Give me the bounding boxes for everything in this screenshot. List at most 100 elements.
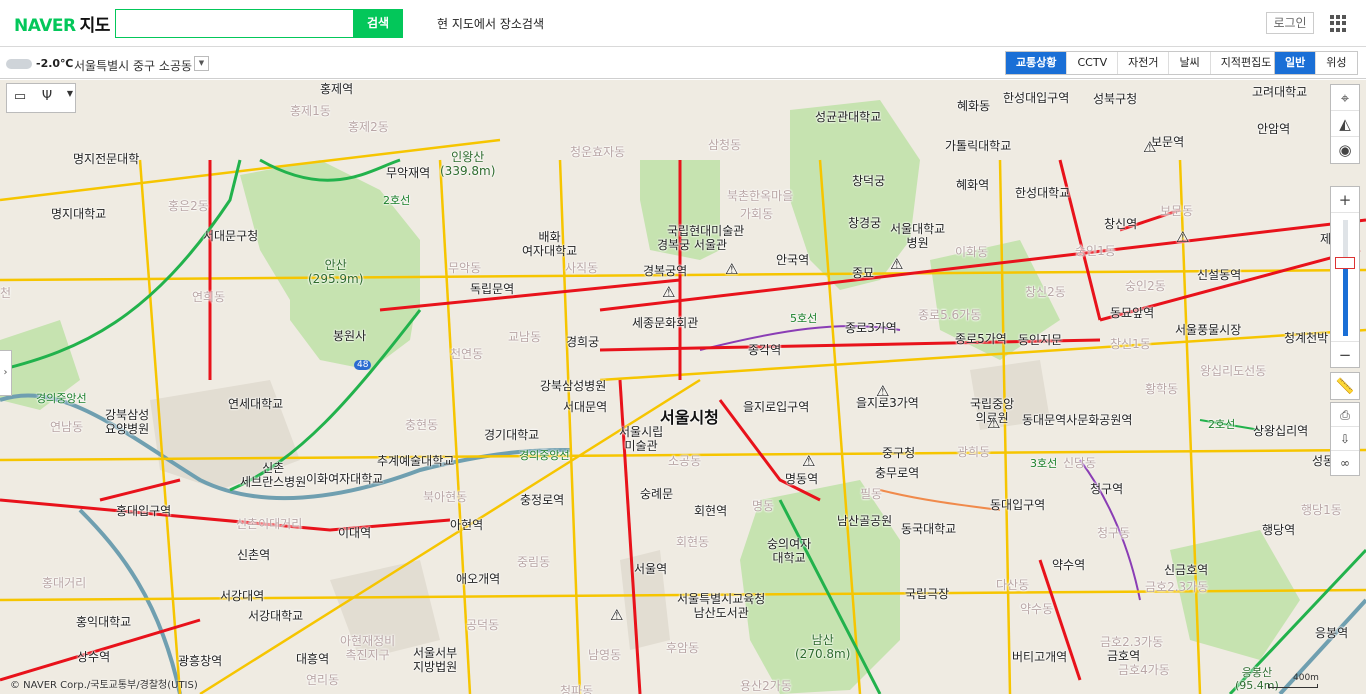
tab-cadastral[interactable]: 지적편집도 [1210, 52, 1282, 74]
map-label[interactable]: 숭례문 [640, 485, 673, 502]
apps-grid-icon[interactable] [1330, 15, 1347, 32]
map-label[interactable]: 동대입구역 [990, 496, 1045, 513]
map-label[interactable]: 을지로입구역 [743, 398, 809, 415]
login-button[interactable]: 로그인 [1266, 12, 1314, 34]
current-location-icon[interactable]: ⌖ [1331, 85, 1359, 111]
map-label[interactable]: 숭의여자 대학교 [767, 537, 811, 565]
chevron-down-icon[interactable]: ▼ [60, 89, 80, 109]
map-label[interactable]: 이화여자대학교 [306, 470, 383, 487]
construction-icon[interactable]: ⚠ [1143, 138, 1156, 156]
map-label[interactable]: 행당역 [1262, 521, 1295, 538]
map-label[interactable]: 홍제역 [320, 80, 353, 97]
map-label[interactable]: 혜화동 [957, 97, 990, 114]
map-label[interactable]: 신설동역 [1197, 266, 1241, 283]
map-label[interactable]: 서울특별시교육청 남산도서관 [677, 592, 765, 620]
map-label[interactable]: 배화 여자대학교 [522, 230, 577, 258]
map-label[interactable]: 신촌역 [237, 546, 270, 563]
construction-icon[interactable]: ⚠ [890, 255, 903, 273]
tab-traffic[interactable]: 교통상황 [1006, 52, 1068, 74]
map-label[interactable]: 무악재역 [386, 164, 430, 181]
map-label[interactable]: 경복궁 서울관 [657, 236, 727, 253]
map-label[interactable]: 서울시립 미술관 [619, 425, 663, 453]
map-label[interactable]: 경기대학교 [484, 426, 539, 443]
map-canvas[interactable]: 홍제역 홍제1동 홍제2동 무악재역 인왕산 (339.8m) 청운효자동 삼청… [0, 80, 1366, 694]
map-label[interactable]: 국립극장 [905, 585, 949, 602]
map-label[interactable]: 애오개역 [456, 570, 500, 587]
mountain-label[interactable]: 남산 (270.8m) [795, 633, 850, 661]
map-label[interactable]: 경희궁 [566, 333, 599, 350]
map-label[interactable]: 강북삼성병원 [540, 377, 606, 394]
map-label[interactable]: 창경궁 [848, 214, 881, 231]
map-label[interactable]: 신촌 세브란스병원 [240, 461, 306, 489]
map-label[interactable]: 창덕궁 [852, 172, 885, 189]
map-label[interactable]: 동대문역사문화공원역 [1022, 411, 1132, 428]
map-label[interactable]: 서울역 [634, 560, 667, 577]
map-label[interactable]: 성북구청 [1093, 90, 1137, 107]
map-label[interactable]: 서울서부 지방법원 [413, 646, 457, 674]
map-label[interactable]: 종각역 [748, 341, 781, 358]
map-label[interactable]: 홍익대학교 [76, 613, 131, 630]
map-label[interactable]: 가톨릭대학교 [945, 137, 1011, 154]
map-label[interactable]: 명지전문대학 [73, 150, 139, 167]
construction-icon[interactable]: ⚠ [987, 414, 1000, 432]
search-button[interactable]: 검색 [353, 9, 403, 38]
map-label[interactable]: 동국대학교 [901, 520, 956, 537]
map-label[interactable]: 상왕십리역 [1253, 422, 1308, 439]
map-label[interactable]: 동묘앞역 [1110, 304, 1154, 321]
map-label[interactable]: 홍대입구역 [116, 502, 171, 519]
map-label[interactable]: 강북삼성 요양병원 [105, 408, 149, 436]
map-label[interactable]: 신금호역 [1164, 561, 1208, 578]
map-label[interactable]: 상수역 [77, 648, 110, 665]
map-label[interactable]: 충정로역 [520, 491, 564, 508]
map-label[interactable]: 서울대학교 병원 [890, 222, 945, 250]
map-label[interactable]: 혜화역 [956, 176, 989, 193]
map-label[interactable]: 안암역 [1257, 120, 1290, 137]
search-here-link[interactable]: 현 지도에서 장소검색 [437, 15, 544, 32]
map-label[interactable]: 고려대학교 [1252, 83, 1307, 100]
construction-icon[interactable]: ⚠ [876, 382, 889, 400]
print-icon[interactable]: ⎙ [1331, 403, 1359, 427]
map-label[interactable]: 충무로역 [875, 464, 919, 481]
naver-logo[interactable]: NAVER 지도 [14, 11, 110, 36]
chevron-down-icon[interactable]: ▼ [194, 56, 209, 71]
map-label[interactable]: 회현역 [694, 502, 727, 519]
bus-icon[interactable]: ▭ [10, 89, 30, 109]
map-label[interactable]: 남산골공원 [837, 512, 892, 529]
map-label[interactable]: 광흥창역 [178, 652, 222, 669]
zoom-in-icon[interactable]: + [1331, 187, 1359, 213]
map-label[interactable]: 안국역 [776, 251, 809, 268]
map-label[interactable]: 종묘 [852, 264, 874, 281]
map-label[interactable]: 청구역 [1090, 480, 1123, 497]
map-label[interactable]: 대흥역 [296, 650, 329, 667]
map-label[interactable]: 봉원사 [333, 327, 366, 344]
map-label[interactable]: 약수역 [1052, 556, 1085, 573]
map-label[interactable]: 종로5가역 [955, 330, 1007, 347]
construction-icon[interactable]: ⚠ [1176, 228, 1189, 246]
map-label[interactable]: 서강대학교 [248, 607, 303, 624]
map-label[interactable]: 독립문역 [470, 280, 514, 297]
map-label[interactable]: 동인지문 [1018, 331, 1062, 348]
map-label[interactable]: 이대역 [338, 524, 371, 541]
map-label[interactable]: 성균관대학교 [815, 108, 881, 125]
construction-icon[interactable]: ⚠ [802, 452, 815, 470]
map-label[interactable]: 추계예술대학교 [377, 452, 454, 469]
mountain-label[interactable]: 인왕산 (339.8m) [440, 150, 495, 178]
mountain-label[interactable]: 응봉산 (95.4m) [1235, 666, 1279, 692]
map-label[interactable]: 서대문구청 [203, 227, 258, 244]
search-input[interactable] [115, 9, 354, 38]
map-label[interactable]: 서대문역 [563, 398, 607, 415]
construction-icon[interactable]: ⚠ [610, 606, 623, 624]
panel-toggle-arrow[interactable]: › [0, 350, 12, 396]
map-label[interactable]: 한성대입구역 [1003, 89, 1069, 106]
restaurant-icon[interactable]: Ψ [37, 89, 57, 109]
landmark-label[interactable]: 서울시청 [660, 404, 719, 428]
construction-icon[interactable]: ⚠ [725, 260, 738, 278]
download-icon[interactable]: ⇩ [1331, 427, 1359, 451]
map-label[interactable]: 명지대학교 [51, 205, 106, 222]
pin-icon[interactable]: ◉ [1331, 137, 1359, 163]
construction-icon[interactable]: ⚠ [662, 283, 675, 301]
map-label[interactable]: 서강대역 [220, 587, 264, 604]
map-label[interactable]: 응봉역 [1315, 624, 1348, 641]
link-icon[interactable]: ∞ [1331, 451, 1359, 475]
street-view-icon[interactable]: ◭ [1331, 111, 1359, 137]
